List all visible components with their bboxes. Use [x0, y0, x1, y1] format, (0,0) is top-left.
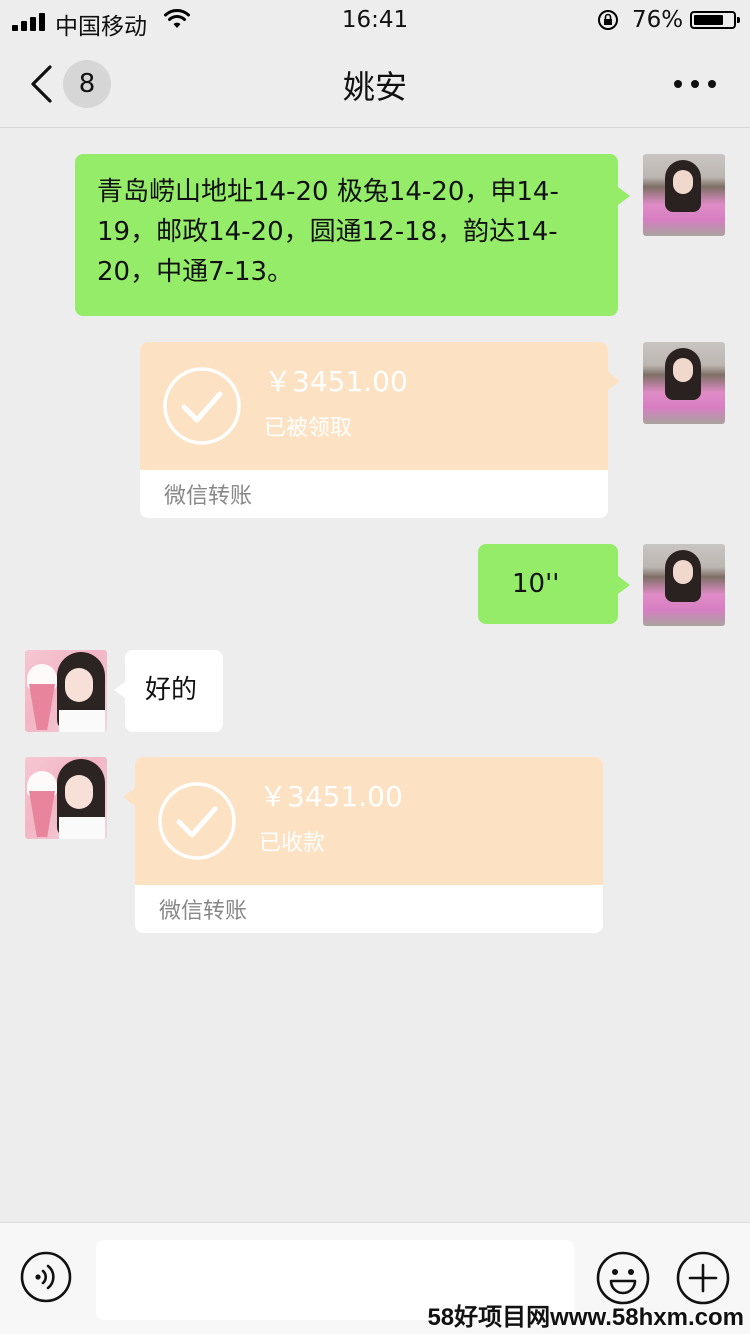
transfer-amount: ￥3451.00 [259, 780, 403, 813]
transfer-label: 微信转账 [164, 484, 253, 509]
message-text: 10'' [512, 569, 560, 599]
battery-icon [690, 11, 740, 29]
status-bar: 中国移动 16:41 76% [0, 0, 750, 40]
avatar-contact[interactable] [25, 757, 107, 839]
orientation-lock-icon [598, 10, 618, 30]
check-circle-icon [163, 367, 241, 445]
message-text: 好的 [145, 675, 198, 705]
chat-header: 8 姚安 [0, 40, 750, 128]
more-dots-icon[interactable] [674, 80, 716, 88]
avatar-self[interactable] [643, 342, 725, 424]
message-bubble-self[interactable]: 10'' [478, 544, 618, 624]
transfer-amount: ￥3451.00 [264, 365, 408, 398]
bubble-tail [618, 187, 630, 205]
watermark: 58好项目网www.58hxm.com [427, 1304, 744, 1331]
message-text: 青岛崂山地址14-20 极兔14-20，申14-19，邮政14-20，圆通12-… [97, 177, 559, 287]
message-bubble-contact[interactable]: 好的 [125, 650, 223, 732]
bubble-tail [618, 576, 630, 594]
avatar-self[interactable] [643, 154, 725, 236]
transfer-card-contact[interactable]: ￥3451.00 已收款 微信转账 [135, 757, 603, 933]
transfer-status: 已收款 [259, 831, 326, 856]
transfer-status: 已被领取 [264, 416, 353, 441]
avatar-self[interactable] [643, 544, 725, 626]
transfer-card-self[interactable]: ￥3451.00 已被领取 微信转账 [140, 342, 608, 518]
bubble-tail [608, 372, 620, 390]
voice-icon[interactable] [20, 1251, 72, 1303]
page-title: 姚安 [342, 68, 407, 106]
bubble-tail [123, 788, 135, 806]
battery-percent: 76% [632, 7, 684, 33]
message-bubble-self[interactable]: 青岛崂山地址14-20 极兔14-20，申14-19，邮政14-20，圆通12-… [75, 154, 618, 316]
transfer-label: 微信转账 [159, 899, 248, 924]
check-circle-icon [158, 782, 236, 860]
avatar-contact[interactable] [25, 650, 107, 732]
